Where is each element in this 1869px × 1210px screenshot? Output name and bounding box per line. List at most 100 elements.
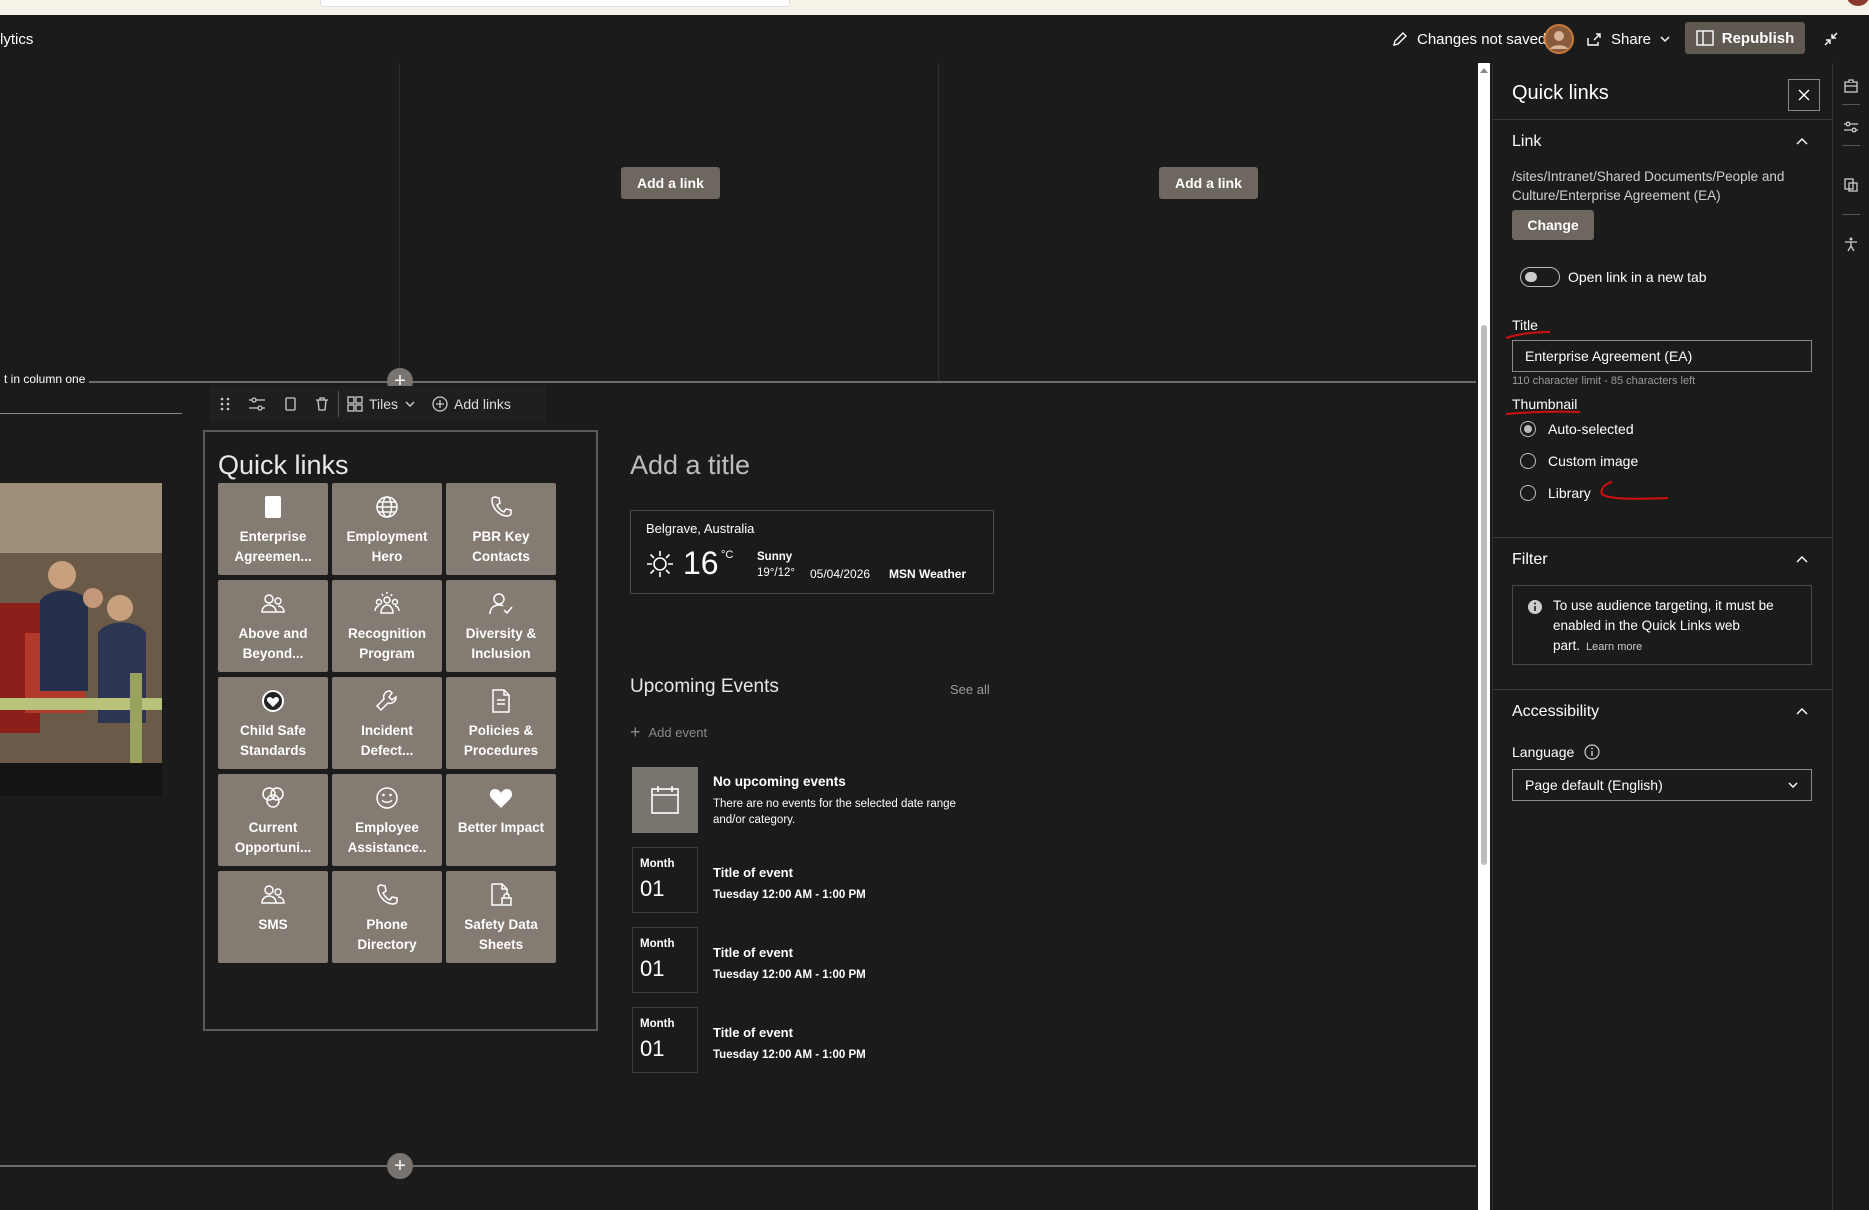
- drag-handle[interactable]: [210, 386, 240, 422]
- event-time: Tuesday 12:00 AM - 1:00 PM: [713, 1049, 866, 1061]
- thumbnail-library-radio[interactable]: [1520, 485, 1536, 501]
- quick-link-tile[interactable]: Safety Data Sheets: [446, 871, 556, 963]
- thumbnail-custom-radio[interactable]: [1520, 453, 1536, 469]
- event-title[interactable]: Title of event: [713, 865, 793, 880]
- add-title-placeholder[interactable]: Add a title: [630, 450, 750, 481]
- add-link-button[interactable]: Add a link: [1159, 167, 1258, 199]
- event-date-box[interactable]: Month 01: [632, 927, 698, 993]
- link-path-line-1: /sites/Intranet/Shared Documents/People …: [1512, 169, 1785, 184]
- event-title[interactable]: Title of event: [713, 1025, 793, 1040]
- accessibility-section-header[interactable]: Accessibility: [1512, 703, 1599, 721]
- panel-separator: [1492, 537, 1832, 538]
- quick-link-tile[interactable]: Policies & Procedures: [446, 677, 556, 769]
- close-panel-button[interactable]: [1788, 79, 1820, 111]
- weather-card[interactable]: Belgrave, Australia 16 °C Sunny 19°/12° …: [630, 510, 994, 594]
- calendar-icon: [651, 786, 679, 814]
- chevron-down-icon: [1788, 782, 1798, 788]
- quick-link-tile[interactable]: Diversity & Inclusion: [446, 580, 556, 672]
- layout-dropdown[interactable]: Tiles: [339, 386, 424, 422]
- tiles-icon: [347, 396, 363, 412]
- design-ideas-icon[interactable]: [1843, 177, 1859, 193]
- quick-link-label: Incident Defect...: [360, 723, 414, 758]
- republish-button[interactable]: Republish: [1685, 22, 1805, 54]
- quick-link-tile[interactable]: Phone Directory: [332, 871, 442, 963]
- hero-image[interactable]: [0, 483, 162, 796]
- edit-properties-button[interactable]: [240, 386, 274, 422]
- rail-separator: [1842, 214, 1860, 215]
- chevron-up-icon[interactable]: [1795, 135, 1809, 149]
- title-input[interactable]: [1512, 340, 1812, 372]
- quick-link-tile[interactable]: SMS: [218, 871, 328, 963]
- add-circle-icon: [432, 396, 448, 412]
- heart-badge-icon: [260, 687, 286, 715]
- add-links-button[interactable]: Add links: [424, 386, 519, 422]
- filter-info-part: part.: [1553, 638, 1581, 653]
- event-date-box[interactable]: Month 01: [632, 1007, 698, 1073]
- quick-link-tile[interactable]: Employee Assistance..: [332, 774, 442, 866]
- add-section-button[interactable]: +: [387, 1153, 413, 1179]
- canvas-scrollbar[interactable]: [1478, 63, 1490, 1210]
- thumbnail-auto-radio[interactable]: [1520, 421, 1536, 437]
- collapse-button[interactable]: [1822, 15, 1840, 63]
- event-month: Month: [640, 858, 675, 870]
- event-title[interactable]: Title of event: [713, 945, 793, 960]
- group-icon: [374, 590, 400, 618]
- scroll-up-icon[interactable]: [1480, 67, 1488, 73]
- duplicate-button[interactable]: [274, 386, 306, 422]
- language-value: Page default (English): [1525, 777, 1663, 793]
- share-icon: [1587, 33, 1601, 46]
- see-all-link[interactable]: See all: [950, 682, 990, 697]
- delete-button[interactable]: [306, 386, 338, 422]
- avatar[interactable]: [1544, 15, 1574, 63]
- quick-link-tile[interactable]: Current Opportuni...: [218, 774, 328, 866]
- bubbles-icon: [260, 784, 286, 812]
- toolbox-icon[interactable]: [1843, 78, 1859, 94]
- filter-section-header[interactable]: Filter: [1512, 551, 1548, 569]
- new-tab-toggle[interactable]: [1520, 267, 1560, 287]
- link-section-header[interactable]: Link: [1512, 133, 1541, 151]
- column-divider: [399, 63, 400, 381]
- chevron-up-icon[interactable]: [1795, 705, 1809, 719]
- add-event-button[interactable]: + Add event: [630, 722, 707, 743]
- accessibility-icon[interactable]: [1843, 236, 1859, 252]
- quick-links-title[interactable]: Quick links: [218, 450, 349, 481]
- event-day: 01: [640, 956, 665, 981]
- event-date-box[interactable]: Month 01: [632, 847, 698, 913]
- share-button[interactable]: Share: [1585, 15, 1671, 63]
- chevron-up-icon[interactable]: [1795, 553, 1809, 567]
- globe-icon: [374, 493, 400, 521]
- add-link-button[interactable]: Add a link: [621, 167, 720, 199]
- quick-link-tile[interactable]: Enterprise Agreemen...: [218, 483, 328, 575]
- app-title-partial: lytics: [0, 15, 33, 63]
- quick-link-tile[interactable]: Incident Defect...: [332, 677, 442, 769]
- quick-link-tile[interactable]: Child Safe Standards: [218, 677, 328, 769]
- weather-temp: 16: [683, 545, 719, 581]
- quick-link-tile[interactable]: Better Impact: [446, 774, 556, 866]
- event-month: Month: [640, 938, 675, 950]
- settings-sliders-icon[interactable]: [1843, 119, 1859, 135]
- quick-link-label: Safety Data Sheets: [464, 917, 538, 952]
- red-annotation-swoosh: [1600, 481, 1669, 500]
- filter-info-box: To use audience targeting, it must be en…: [1512, 585, 1812, 665]
- weather-date: 05/04/2026: [810, 567, 871, 581]
- address-bar[interactable]: [320, 0, 790, 7]
- empty-calendar-tile: [632, 767, 698, 833]
- red-annotation-underline: [1505, 410, 1581, 415]
- learn-more-link[interactable]: Learn more: [1586, 641, 1642, 653]
- info-outline-icon[interactable]: [1584, 744, 1600, 760]
- pencil-icon: [1393, 32, 1407, 46]
- change-link-button[interactable]: Change: [1512, 210, 1594, 240]
- collapse-icon: [1824, 32, 1838, 46]
- new-tab-label: Open link in a new tab: [1568, 269, 1707, 285]
- sun-icon: [647, 551, 673, 577]
- language-label-text: Language: [1512, 744, 1575, 760]
- language-dropdown[interactable]: Page default (English): [1512, 769, 1812, 801]
- quick-link-tile[interactable]: PBR Key Contacts: [446, 483, 556, 575]
- char-limit-hint: 110 character limit - 85 characters left: [1512, 375, 1696, 387]
- quick-link-tile[interactable]: Recognition Program: [332, 580, 442, 672]
- quick-link-tile[interactable]: Employment Hero: [332, 483, 442, 575]
- quick-link-tile[interactable]: Above and Beyond...: [218, 580, 328, 672]
- scrollbar-thumb[interactable]: [1481, 325, 1487, 865]
- page-lock-icon: [489, 881, 513, 909]
- weather-range: 19°/12°: [757, 567, 795, 579]
